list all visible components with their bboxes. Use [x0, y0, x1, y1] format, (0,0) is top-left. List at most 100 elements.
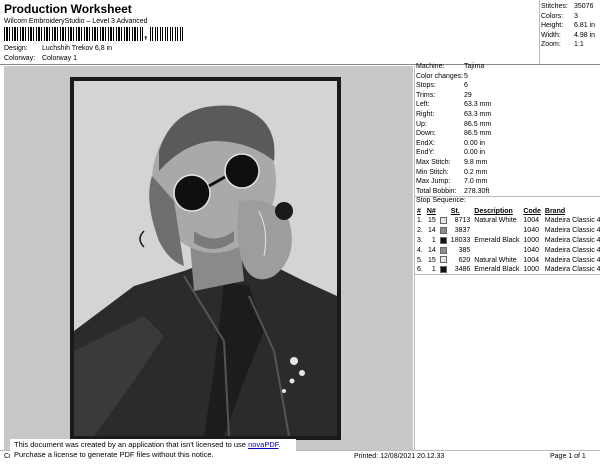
thread-code: 1004 — [523, 217, 539, 225]
col-header: N# — [426, 208, 436, 215]
color-swatch-icon — [439, 227, 447, 235]
embroidery-artwork — [74, 81, 337, 436]
color-description: Emerald Black — [474, 236, 520, 244]
table-row: 2. 14 3837 1040 Madeira Classic 40 — [415, 226, 600, 236]
barcode — [4, 27, 143, 41]
color-swatch-icon — [439, 217, 447, 225]
needle-number: 15 — [428, 217, 436, 225]
thread-brand: Madeira Classic 40 — [544, 227, 600, 235]
color-swatch — [438, 255, 449, 265]
machine-label: Total Bobbin: — [416, 187, 457, 195]
machine-value: 63.3 mm — [464, 110, 492, 118]
stitch-count: 18033 — [450, 236, 471, 244]
stitch-count: 3837 — [454, 227, 471, 235]
thread-code: 1040 — [523, 227, 539, 235]
machine-label: Trims: — [416, 91, 436, 99]
thread-code: 1040 — [523, 246, 539, 254]
row-index: 4. — [417, 246, 423, 254]
color-swatch — [438, 245, 449, 255]
color-swatch-icon — [439, 236, 447, 244]
needle-number: 14 — [428, 246, 436, 254]
notice-line-2: Purchase a license to generate PDF files… — [14, 450, 214, 459]
table-row: 5. 15 620 Natural White 1004 Madeira Classic … — [415, 255, 600, 265]
machine-label: Max Stitch: — [416, 158, 451, 166]
machine-details: Machine: Tajima Color changes:5 Stops: 6 T… — [416, 62, 596, 196]
stitch-count: 385 — [458, 246, 471, 254]
thread-code: 1000 — [523, 236, 539, 244]
printed-timestamp: Printed: 12/08/2021 20.12.33 — [354, 453, 445, 460]
thread-brand: Madeira Classic 40 — [544, 256, 600, 264]
machine-row: Max Jump: 7.0 mm — [416, 177, 596, 187]
stop-sequence-title: Stop Sequence: — [416, 197, 466, 204]
embroidery-design-preview — [70, 77, 341, 440]
thread-brand: Madeira Classic 40 — [544, 236, 600, 244]
stat-label: Height: — [541, 22, 564, 30]
col-header: Brand — [544, 208, 566, 215]
row-index: 5. — [417, 256, 423, 264]
stat-label: Width: — [541, 31, 561, 39]
color-swatch-icon — [439, 246, 447, 254]
row-index: 2. — [417, 227, 423, 235]
stat-row: Width: 4.98 in — [541, 31, 600, 41]
machine-value: Tajima — [464, 63, 485, 70]
stat-value: 6.81 in — [574, 22, 596, 30]
machine-label: Right: — [416, 110, 435, 118]
thread-brand: Madeira Classic 40 — [544, 246, 600, 254]
machine-label: EndY: — [416, 149, 435, 157]
thread-brand: Madeira Classic 40 — [544, 217, 600, 225]
stat-row: Colors: 3 — [541, 12, 600, 22]
color-swatch-icon — [439, 266, 447, 274]
machine-row: Max Stitch: 9.8 mm — [416, 158, 596, 168]
machine-row: Left: 63.3 mm — [416, 100, 596, 110]
machine-label: Down: — [416, 130, 436, 138]
col-header: Description — [474, 208, 513, 215]
machine-value: 0.2 mm — [464, 168, 488, 176]
machine-value: 29 — [464, 91, 472, 99]
notice-line-1: This document was created by an applicat… — [14, 440, 292, 450]
design-info: Design: Luchshih Trekov 6,8 in — [4, 45, 112, 52]
barcode-secondary — [150, 27, 184, 41]
software-subtitle: Wilcom EmbroideryStudio – Level 3 Advanc… — [4, 18, 148, 25]
machine-value: 63.3 mm — [464, 101, 492, 109]
machine-label: Up: — [416, 120, 427, 128]
notice-period: . — [278, 440, 281, 449]
design-value: Luchshih Trekov 6,8 in — [41, 45, 112, 52]
machine-label: Min Stitch: — [416, 168, 449, 176]
novapdf-link[interactable]: novaPDF — [248, 440, 278, 449]
needle-number: 15 — [428, 256, 436, 264]
machine-row: Trims: 29 — [416, 91, 596, 101]
color-description — [472, 245, 521, 255]
machine-row: EndX: 0.00 in — [416, 139, 596, 149]
machine-value: 86.5 mm — [464, 130, 492, 138]
machine-label: Max Jump: — [416, 178, 451, 186]
needle-number: 14 — [428, 227, 436, 235]
machine-value: 0.00 in — [464, 149, 486, 157]
machine-value: 86.5 mm — [464, 120, 492, 128]
stats-divider — [539, 0, 540, 64]
machine-label: Machine: — [416, 63, 445, 70]
stat-row: Stitches: 35076 — [541, 2, 600, 12]
stat-value: 1:1 — [574, 41, 584, 49]
stitch-count: 620 — [458, 256, 471, 264]
machine-row: Total Bobbin: 278.30ft — [416, 187, 596, 197]
table-row: 1. 15 8713 Natural White 1004 Madeira Classic… — [415, 216, 600, 226]
stat-label: Stitches: — [541, 3, 568, 10]
stat-value: 4.98 in — [574, 31, 596, 39]
color-description — [472, 226, 521, 236]
colorway-value: Colorway 1 — [41, 55, 77, 62]
row-index: 1. — [417, 217, 423, 225]
colorway-info: Colorway: Colorway 1 — [4, 55, 77, 62]
stat-row: Zoom: 1:1 — [541, 40, 600, 50]
table-row: 4. 14 385 1040 Madeira Classic 40 — [415, 245, 600, 255]
machine-row: Up: 86.5 mm — [416, 120, 596, 130]
barcode-separator: , — [144, 27, 148, 41]
color-swatch — [438, 216, 449, 226]
machine-label: Left: — [416, 101, 430, 109]
stat-label: Zoom: — [541, 41, 561, 49]
color-swatch-icon — [439, 256, 447, 264]
machine-value: 5 — [464, 72, 468, 80]
color-description: Natural White — [474, 256, 517, 264]
col-header: St. — [450, 208, 460, 215]
table-row: 3. 1 18033 Emerald Black 1000 Madeira Classic… — [415, 236, 600, 246]
needle-number: 1 — [431, 236, 436, 244]
